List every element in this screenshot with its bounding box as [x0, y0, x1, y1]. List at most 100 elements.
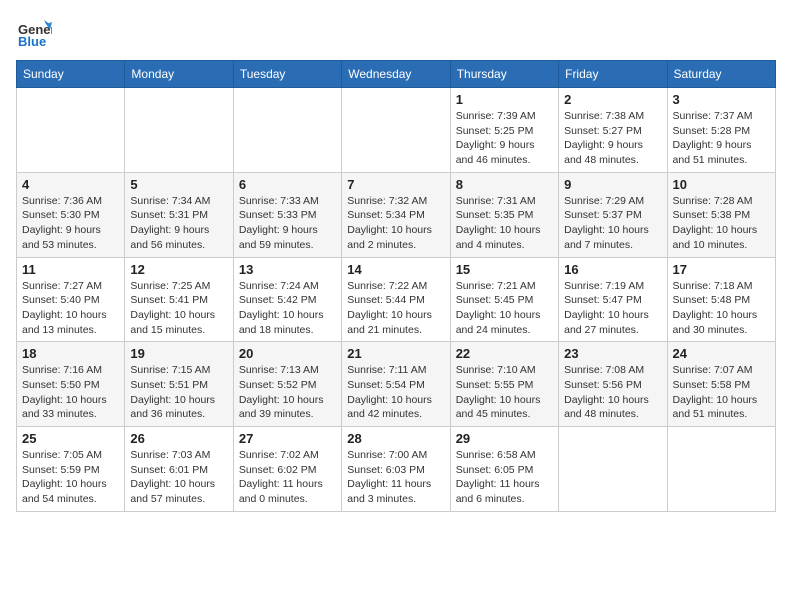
table-row: 29 Sunrise: 6:58 AM Sunset: 6:05 PM Dayli… — [450, 427, 558, 512]
day-number: 14 — [347, 262, 444, 277]
col-friday: Friday — [559, 61, 667, 88]
table-row: 15Sunrise: 7:21 AM Sunset: 5:45 PM Dayli… — [450, 257, 558, 342]
day-info: Sunrise: 7:39 AM Sunset: 5:25 PM Dayligh… — [456, 109, 553, 168]
calendar-week-row: 18Sunrise: 7:16 AM Sunset: 5:50 PM Dayli… — [17, 342, 776, 427]
day-number: 27 — [239, 431, 336, 446]
calendar-header-row: Sunday Monday Tuesday Wednesday Thursday… — [17, 61, 776, 88]
day-number: 20 — [239, 346, 336, 361]
table-row — [342, 88, 450, 173]
day-info: Sunrise: 6:58 AM Sunset: 6:05 PM Dayligh… — [456, 448, 553, 507]
col-thursday: Thursday — [450, 61, 558, 88]
col-wednesday: Wednesday — [342, 61, 450, 88]
col-sunday: Sunday — [17, 61, 125, 88]
day-info: Sunrise: 7:36 AM Sunset: 5:30 PM Dayligh… — [22, 194, 119, 253]
table-row: 5Sunrise: 7:34 AM Sunset: 5:31 PM Daylig… — [125, 172, 233, 257]
day-info: Sunrise: 7:29 AM Sunset: 5:37 PM Dayligh… — [564, 194, 661, 253]
day-number: 9 — [564, 177, 661, 192]
table-row: 17 Sunrise: 7:18 AM Sunset: 5:48 PM Dayli… — [667, 257, 775, 342]
day-info: Sunrise: 7:18 AM Sunset: 5:48 PM Dayligh… — [673, 279, 770, 338]
day-info: Sunrise: 7:05 AM Sunset: 5:59 PM Dayligh… — [22, 448, 119, 507]
day-info: Sunrise: 7:19 AM Sunset: 5:47 PM Dayligh… — [564, 279, 661, 338]
table-row: 24 Sunrise: 7:07 AM Sunset: 5:58 PM Dayli… — [667, 342, 775, 427]
table-row: 9 Sunrise: 7:29 AM Sunset: 5:37 PM Daylig… — [559, 172, 667, 257]
calendar-week-row: 1 Sunrise: 7:39 AM Sunset: 5:25 PM Daylig… — [17, 88, 776, 173]
day-number: 19 — [130, 346, 227, 361]
day-number: 29 — [456, 431, 553, 446]
table-row: 25 Sunrise: 7:05 AM Sunset: 5:59 PM Dayli… — [17, 427, 125, 512]
day-info: Sunrise: 7:38 AM Sunset: 5:27 PM Dayligh… — [564, 109, 661, 168]
day-number: 26 — [130, 431, 227, 446]
table-row: 27 Sunrise: 7:02 AM Sunset: 6:02 PM Dayli… — [233, 427, 341, 512]
day-number: 4 — [22, 177, 119, 192]
day-number: 3 — [673, 92, 770, 107]
table-row — [233, 88, 341, 173]
day-info: Sunrise: 7:25 AM Sunset: 5:41 PM Dayligh… — [130, 279, 227, 338]
table-row: 22Sunrise: 7:10 AM Sunset: 5:55 PM Dayli… — [450, 342, 558, 427]
day-number: 7 — [347, 177, 444, 192]
col-tuesday: Tuesday — [233, 61, 341, 88]
day-info: Sunrise: 7:02 AM Sunset: 6:02 PM Dayligh… — [239, 448, 336, 507]
day-number: 24 — [673, 346, 770, 361]
day-number: 18 — [22, 346, 119, 361]
day-number: 2 — [564, 92, 661, 107]
table-row: 10 Sunrise: 7:28 AM Sunset: 5:38 PM Dayli… — [667, 172, 775, 257]
calendar-week-row: 25 Sunrise: 7:05 AM Sunset: 5:59 PM Dayli… — [17, 427, 776, 512]
table-row — [17, 88, 125, 173]
calendar-week-row: 11Sunrise: 7:27 AM Sunset: 5:40 PM Dayli… — [17, 257, 776, 342]
day-info: Sunrise: 7:07 AM Sunset: 5:58 PM Dayligh… — [673, 363, 770, 422]
table-row: 19 Sunrise: 7:15 AM Sunset: 5:51 PM Dayli… — [125, 342, 233, 427]
table-row — [125, 88, 233, 173]
day-info: Sunrise: 7:03 AM Sunset: 6:01 PM Dayligh… — [130, 448, 227, 507]
table-row — [667, 427, 775, 512]
table-row: 20 Sunrise: 7:13 AM Sunset: 5:52 PM Dayli… — [233, 342, 341, 427]
table-row: 21 Sunrise: 7:11 AM Sunset: 5:54 PM Dayli… — [342, 342, 450, 427]
day-number: 6 — [239, 177, 336, 192]
day-info: Sunrise: 7:37 AM Sunset: 5:28 PM Dayligh… — [673, 109, 770, 168]
day-number: 8 — [456, 177, 553, 192]
day-number: 15 — [456, 262, 553, 277]
calendar-week-row: 4 Sunrise: 7:36 AM Sunset: 5:30 PM Daylig… — [17, 172, 776, 257]
svg-text:Blue: Blue — [18, 34, 46, 49]
table-row: 26 Sunrise: 7:03 AM Sunset: 6:01 PM Dayli… — [125, 427, 233, 512]
table-row: 3 Sunrise: 7:37 AM Sunset: 5:28 PM Daylig… — [667, 88, 775, 173]
table-row: 11Sunrise: 7:27 AM Sunset: 5:40 PM Dayli… — [17, 257, 125, 342]
day-number: 10 — [673, 177, 770, 192]
day-number: 13 — [239, 262, 336, 277]
day-number: 21 — [347, 346, 444, 361]
day-number: 16 — [564, 262, 661, 277]
table-row: 7 Sunrise: 7:32 AM Sunset: 5:34 PM Daylig… — [342, 172, 450, 257]
day-info: Sunrise: 7:24 AM Sunset: 5:42 PM Dayligh… — [239, 279, 336, 338]
table-row: 18Sunrise: 7:16 AM Sunset: 5:50 PM Dayli… — [17, 342, 125, 427]
table-row: 1 Sunrise: 7:39 AM Sunset: 5:25 PM Daylig… — [450, 88, 558, 173]
day-number: 12 — [130, 262, 227, 277]
day-number: 11 — [22, 262, 119, 277]
table-row — [559, 427, 667, 512]
table-row: 13 Sunrise: 7:24 AM Sunset: 5:42 PM Dayli… — [233, 257, 341, 342]
table-row: 2 Sunrise: 7:38 AM Sunset: 5:27 PM Daylig… — [559, 88, 667, 173]
day-number: 23 — [564, 346, 661, 361]
table-row: 6 Sunrise: 7:33 AM Sunset: 5:33 PM Daylig… — [233, 172, 341, 257]
day-info: Sunrise: 7:33 AM Sunset: 5:33 PM Dayligh… — [239, 194, 336, 253]
logo-icon: General Blue — [16, 16, 52, 52]
table-row: 14Sunrise: 7:22 AM Sunset: 5:44 PM Dayli… — [342, 257, 450, 342]
day-number: 1 — [456, 92, 553, 107]
day-number: 25 — [22, 431, 119, 446]
day-info: Sunrise: 7:32 AM Sunset: 5:34 PM Dayligh… — [347, 194, 444, 253]
day-info: Sunrise: 7:11 AM Sunset: 5:54 PM Dayligh… — [347, 363, 444, 422]
logo: General Blue — [16, 16, 58, 52]
day-number: 28 — [347, 431, 444, 446]
day-info: Sunrise: 7:08 AM Sunset: 5:56 PM Dayligh… — [564, 363, 661, 422]
table-row: 12 Sunrise: 7:25 AM Sunset: 5:41 PM Dayli… — [125, 257, 233, 342]
day-info: Sunrise: 7:00 AM Sunset: 6:03 PM Dayligh… — [347, 448, 444, 507]
calendar-table: Sunday Monday Tuesday Wednesday Thursday… — [16, 60, 776, 512]
table-row: 23 Sunrise: 7:08 AM Sunset: 5:56 PM Dayli… — [559, 342, 667, 427]
day-info: Sunrise: 7:28 AM Sunset: 5:38 PM Dayligh… — [673, 194, 770, 253]
table-row: 16 Sunrise: 7:19 AM Sunset: 5:47 PM Dayli… — [559, 257, 667, 342]
day-info: Sunrise: 7:13 AM Sunset: 5:52 PM Dayligh… — [239, 363, 336, 422]
table-row: 28 Sunrise: 7:00 AM Sunset: 6:03 PM Dayli… — [342, 427, 450, 512]
day-info: Sunrise: 7:10 AM Sunset: 5:55 PM Dayligh… — [456, 363, 553, 422]
table-row: 8 Sunrise: 7:31 AM Sunset: 5:35 PM Daylig… — [450, 172, 558, 257]
day-info: Sunrise: 7:15 AM Sunset: 5:51 PM Dayligh… — [130, 363, 227, 422]
day-number: 17 — [673, 262, 770, 277]
day-info: Sunrise: 7:31 AM Sunset: 5:35 PM Dayligh… — [456, 194, 553, 253]
